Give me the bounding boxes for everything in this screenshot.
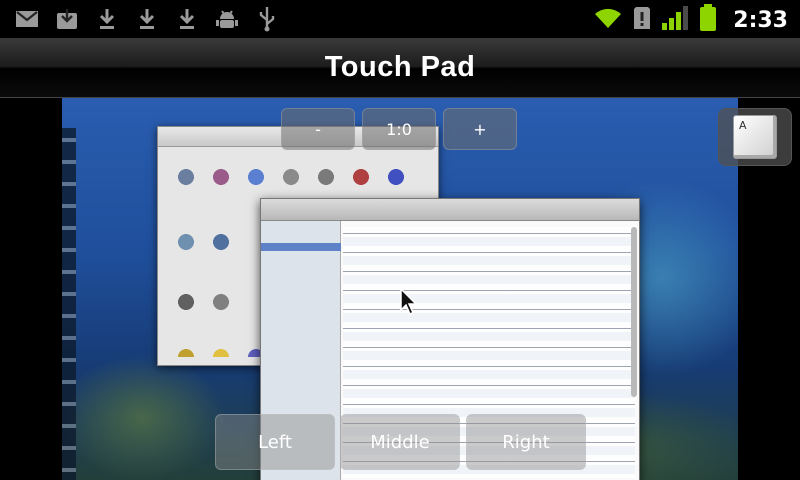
zoom-in-button[interactable]: +	[443, 108, 517, 150]
remote-window-toolbar	[261, 199, 639, 221]
signal-icon	[661, 5, 689, 35]
zoom-ratio-button[interactable]: 1:0	[362, 108, 436, 150]
keyboard-key-icon: A	[733, 115, 777, 159]
download-icon[interactable]	[134, 6, 160, 32]
battery-icon	[699, 4, 717, 36]
download-icon[interactable]	[174, 6, 200, 32]
middle-click-button[interactable]: Middle	[340, 414, 460, 470]
zoom-ratio-label: 1:0	[386, 119, 412, 139]
left-click-label: Left	[258, 431, 292, 453]
page-title: Touch Pad	[324, 51, 476, 83]
zoom-out-label: -	[315, 119, 321, 139]
right-click-label: Right	[502, 431, 550, 453]
zoom-out-button[interactable]: -	[281, 108, 355, 150]
usb-icon[interactable]	[254, 6, 280, 32]
remote-dock	[62, 128, 76, 480]
android-debug-icon[interactable]	[214, 6, 240, 32]
left-click-button[interactable]: Left	[215, 414, 335, 470]
keyboard-toggle-button[interactable]: A	[718, 108, 792, 166]
zoom-in-label: +	[473, 119, 487, 139]
system-icons: 2:33	[593, 4, 788, 36]
clock: 2:33	[733, 7, 788, 33]
keyboard-key-label: A	[739, 119, 747, 132]
alert-icon	[633, 6, 651, 34]
remote-scrollbar	[631, 227, 637, 397]
title-bar: Touch Pad	[0, 38, 800, 98]
mouse-pointer-icon	[399, 287, 419, 320]
middle-click-label: Middle	[370, 431, 430, 453]
status-bar: 2:33	[0, 0, 800, 38]
wifi-icon	[593, 6, 623, 34]
notification-icons	[14, 6, 280, 32]
remote-sidebar-selection	[261, 243, 341, 251]
download-icon[interactable]	[94, 6, 120, 32]
gmail-icon[interactable]	[14, 6, 40, 32]
touch-pad-screen: 2:33 Touch Pad - 1:0 + A Left Middle Rig…	[0, 0, 800, 480]
right-click-button[interactable]: Right	[466, 414, 586, 470]
download-box-icon[interactable]	[54, 6, 80, 32]
